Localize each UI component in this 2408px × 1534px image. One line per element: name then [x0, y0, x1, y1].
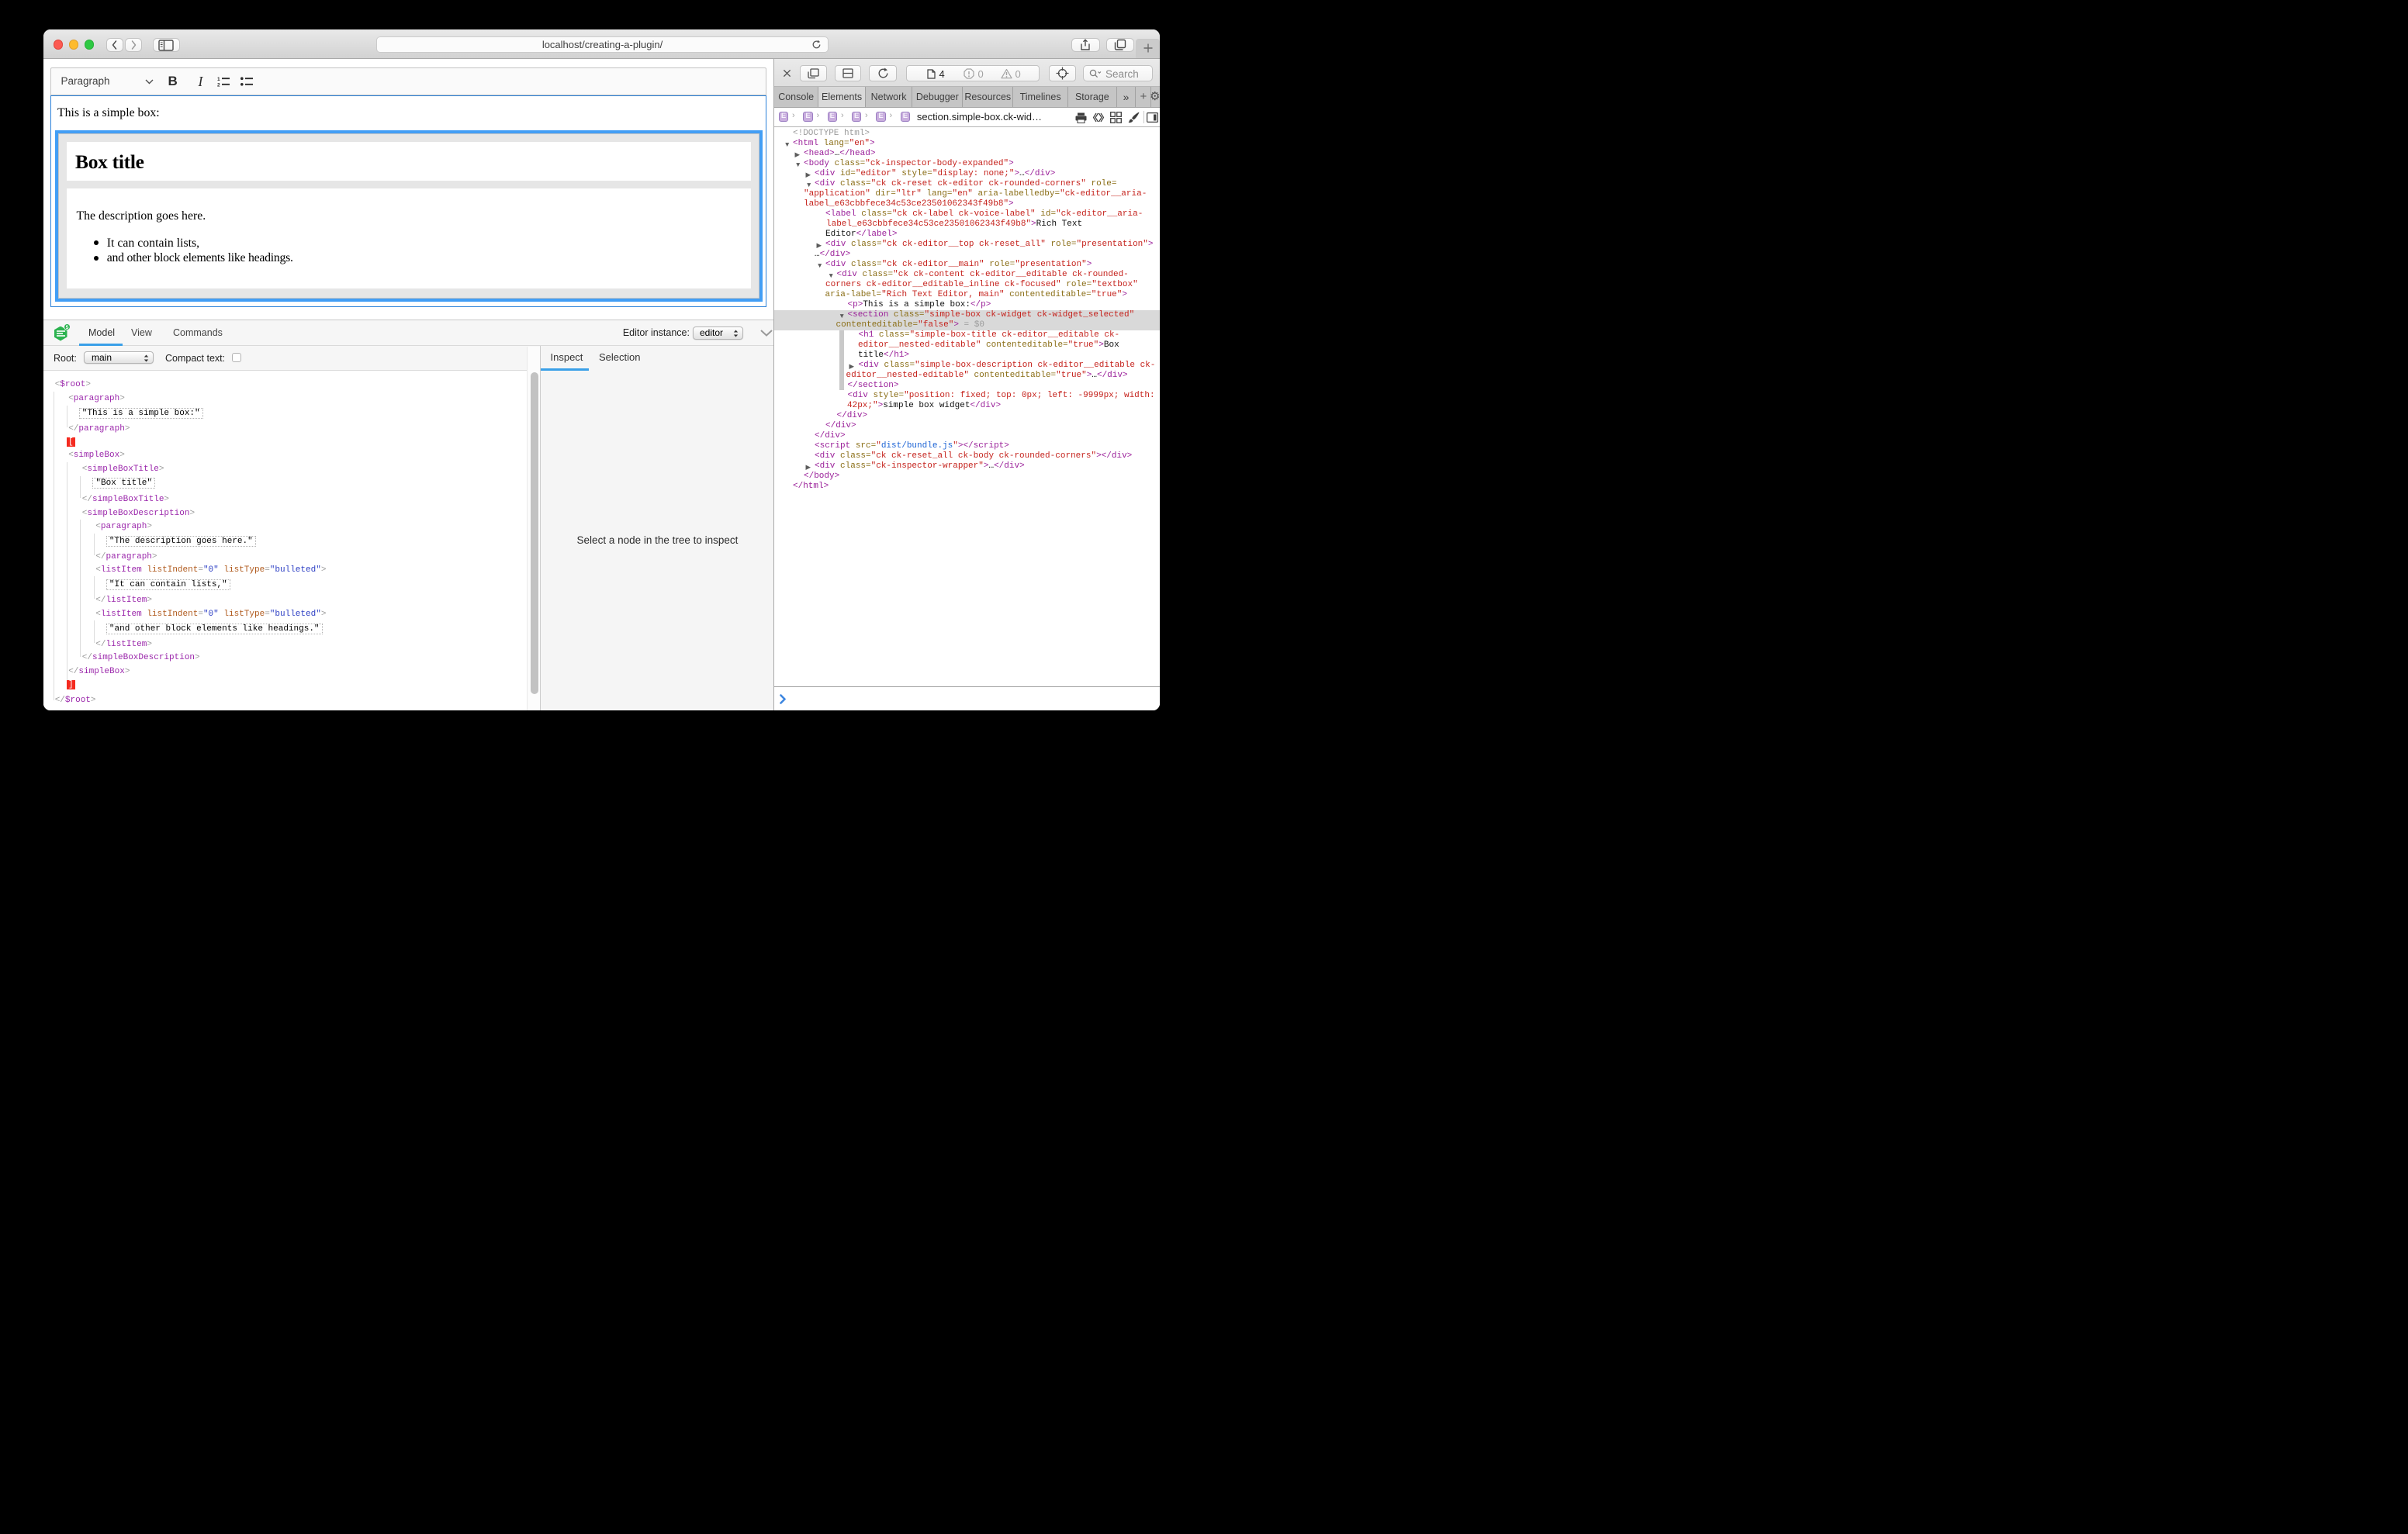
svg-text:1: 1 [217, 77, 220, 82]
svg-text:2: 2 [217, 83, 220, 88]
